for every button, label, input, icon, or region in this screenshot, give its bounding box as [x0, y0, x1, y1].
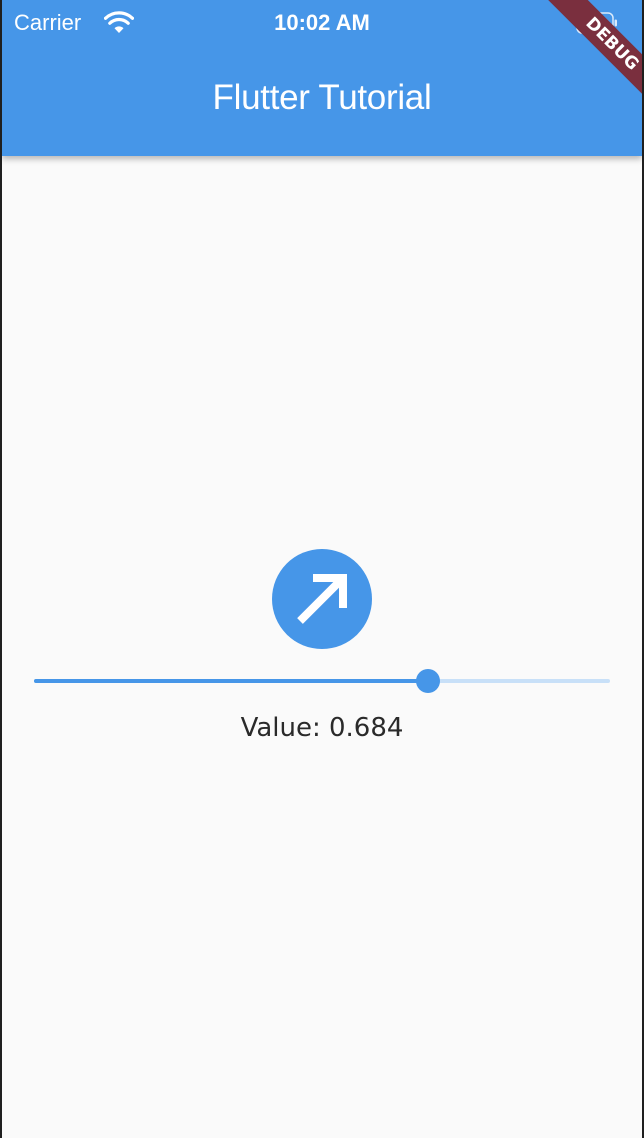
- rotating-arrow-button[interactable]: [272, 549, 372, 649]
- value-label: Value: 0.684: [240, 713, 404, 743]
- value-slider[interactable]: [34, 664, 610, 698]
- slider-thumb[interactable]: [415, 669, 440, 693]
- status-bar: Carrier 10:02 AM: [2, 0, 642, 48]
- clock: 10:02 AM: [274, 10, 370, 35]
- app-bar: Carrier 10:02 AM Flutter Tutorial: [2, 0, 642, 156]
- page-title: Flutter Tutorial: [212, 78, 432, 117]
- north-east-arrow-icon: [297, 574, 347, 624]
- slider-track-active[interactable]: [34, 679, 428, 683]
- app-screen: Carrier 10:02 AM Flutter Tutorial DEBUG: [2, 0, 642, 1138]
